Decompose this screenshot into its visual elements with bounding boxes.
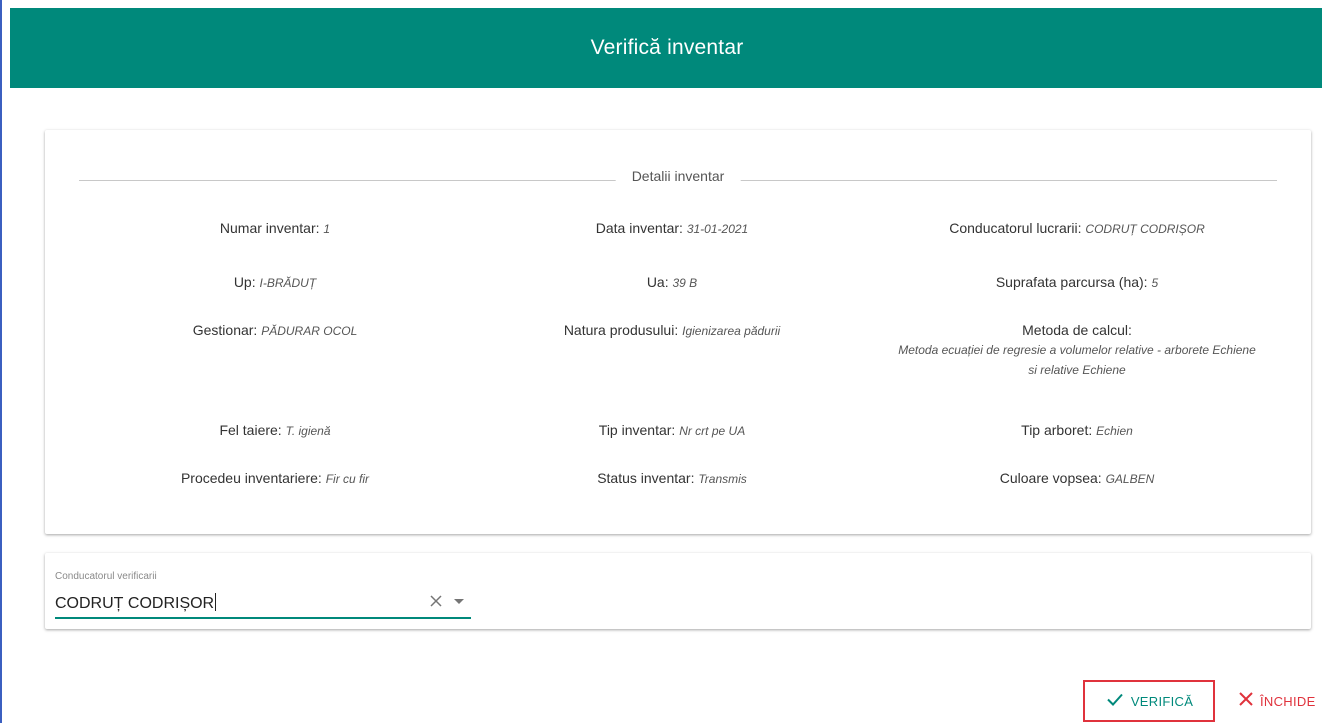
field-label: Numar inventar: (219, 220, 320, 236)
verifier-card: Conducatorul verificarii CODRUȚ CODRIȘOR (45, 553, 1311, 629)
field-value: PĂDURAR OCOL (261, 324, 358, 338)
field-value: 1 (323, 222, 331, 236)
field-value: Fir cu fir (325, 472, 370, 486)
field-label: Conducatorul lucrarii: (949, 220, 1082, 236)
text-caret (215, 593, 217, 611)
verifier-label: Conducatorul verificarii (55, 571, 157, 582)
legend-title: Detalii inventar (615, 168, 741, 184)
field-value: 39 B (672, 276, 698, 290)
field-stand-type: Tip arboret: Echien (887, 420, 1267, 441)
field-label: Tip arboret: (1021, 422, 1093, 438)
field-inventory-type: Tip inventar: Nr crt pe UA (482, 420, 862, 441)
field-value: Igienizarea pădurii (682, 324, 781, 338)
field-up: Up: I-BRĂDUȚ (85, 272, 465, 293)
field-value: Metoda ecuației de regresie a volumelor … (898, 343, 1256, 377)
field-label: Natura produsului: (563, 322, 679, 338)
caret-down-icon[interactable] (451, 589, 467, 613)
field-inventory-number: Numar inventar: 1 (85, 218, 465, 239)
verify-inventory-dialog: Verifică inventar Detalii inventar Numar… (0, 0, 1322, 723)
field-label: Metoda de calcul: (1022, 322, 1132, 338)
field-value: GALBEN (1105, 472, 1155, 486)
field-ua: Ua: 39 B (482, 272, 862, 293)
field-value: 5 (1151, 276, 1159, 290)
verifier-select[interactable]: CODRUȚ CODRIȘOR (55, 589, 471, 619)
close-button-label: ÎNCHIDE (1260, 693, 1316, 709)
field-calc-method: Metoda de calcul: Metoda ecuației de reg… (887, 320, 1267, 380)
field-cut-type: Fel taiere: T. igienă (85, 420, 465, 441)
field-value: Transmis (698, 472, 747, 486)
field-label: Suprafata parcursa (ha): (995, 274, 1148, 290)
field-label: Status inventar: (597, 470, 695, 486)
field-value: Nr crt pe UA (679, 424, 746, 438)
verify-button[interactable]: VERIFICĂ (1083, 680, 1215, 722)
field-label: Data inventar: (595, 220, 683, 236)
verifier-value-text: CODRUȚ CODRIȘOR (55, 595, 215, 612)
field-value: 31-01-2021 (686, 222, 749, 236)
field-value: T. igienă (285, 424, 331, 438)
field-paint-color: Culoare vopsea: GALBEN (887, 468, 1267, 489)
inventory-details-card: Detalii inventar Numar inventar: 1 Data … (45, 130, 1311, 534)
verifier-value[interactable]: CODRUȚ CODRIȘOR (55, 593, 217, 613)
dialog-title: Verifică inventar (590, 36, 744, 59)
field-label: Procedeu inventariere: (180, 470, 322, 486)
field-label: Gestionar: (192, 322, 258, 338)
close-button[interactable]: ÎNCHIDE (1238, 680, 1322, 722)
field-surface: Suprafata parcursa (ha): 5 (887, 272, 1267, 293)
close-icon (1238, 691, 1254, 712)
field-value: CODRUȚ CODRIȘOR (1085, 222, 1205, 236)
field-label: Tip inventar: (598, 422, 676, 438)
field-manager: Gestionar: PĂDURAR OCOL (85, 320, 465, 341)
check-icon (1105, 689, 1125, 714)
dialog-header: Verifică inventar (10, 8, 1322, 88)
field-label: Ua: (646, 274, 669, 290)
verify-button-label: VERIFICĂ (1130, 693, 1194, 709)
field-label: Fel taiere: (219, 422, 282, 438)
field-value: I-BRĂDUȚ (259, 276, 317, 290)
field-label: Culoare vopsea: (999, 470, 1102, 486)
field-inventory-date: Data inventar: 31-01-2021 (482, 218, 862, 239)
close-icon[interactable] (427, 589, 445, 613)
field-work-leader: Conducatorul lucrarii: CODRUȚ CODRIȘOR (887, 218, 1267, 239)
field-product-nature: Natura produsului: Igienizarea pădurii (482, 320, 862, 341)
field-label: Up: (233, 274, 256, 290)
field-value: Echien (1096, 424, 1133, 438)
field-inventory-status: Status inventar: Transmis (482, 468, 862, 489)
field-inventory-procedure: Procedeu inventariere: Fir cu fir (85, 468, 465, 489)
